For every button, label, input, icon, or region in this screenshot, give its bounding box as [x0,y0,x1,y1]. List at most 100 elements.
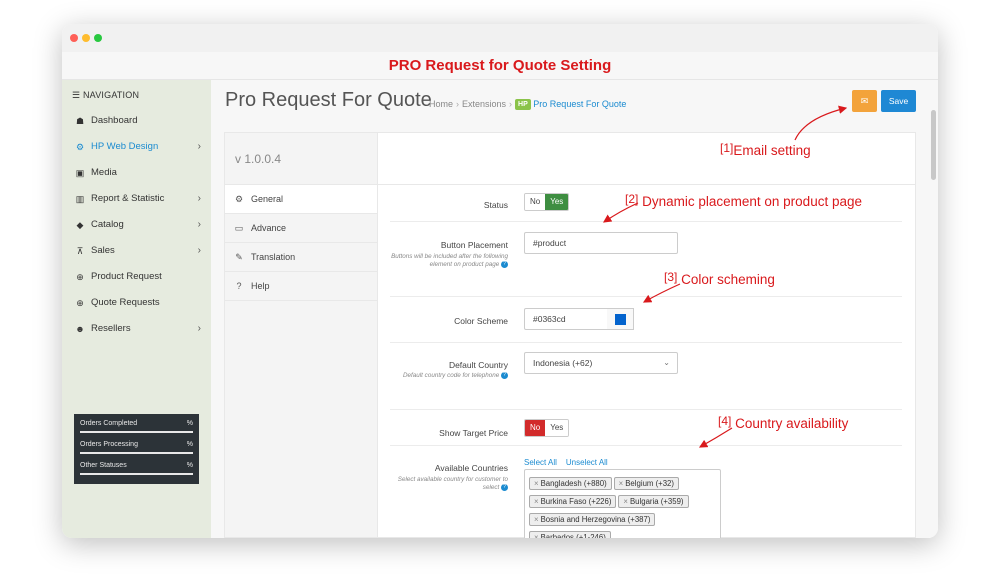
maximize-window-button[interactable] [94,34,102,42]
stat-row: Orders Completed% [80,420,193,441]
select-all-link[interactable]: Select All [524,458,557,467]
tab-label: Translation [251,252,296,262]
target-price-yes-option[interactable]: Yes [545,420,569,436]
annotation-2: [2] Dynamic placement on product page [625,192,862,209]
sidebar-item-hp-web-design[interactable]: ⚙ HP Web Design › [62,134,211,160]
annotation-3-text: Color scheming [681,272,775,287]
chevron-right-icon: › [197,245,201,256]
sidebar-item-dashboard[interactable]: ☗ Dashboard [62,108,211,134]
tab-label: Help [251,281,270,291]
default-country-select[interactable]: Indonesia (+62) ⌄ [524,352,678,374]
tab-label: Advance [251,223,287,233]
sidebar-item-resellers[interactable]: ☻ Resellers › [62,316,211,342]
remove-tag-icon[interactable]: × [534,497,539,506]
tab-general[interactable]: ⚙ General [225,185,377,214]
scrollbar[interactable] [931,110,936,180]
color-swatch [615,314,626,325]
default-country-value: Indonesia (+62) [533,358,593,368]
tab-advance[interactable]: ▭ Advance [225,214,377,243]
version-label: v 1.0.0.4 [225,133,377,185]
form-header [378,133,915,185]
button-placement-label: Button Placement [440,240,508,250]
info-icon: ? [501,261,508,268]
remove-tag-icon[interactable]: × [619,479,624,488]
country-tag[interactable]: × Bulgaria (+359) [618,495,689,508]
country-tag[interactable]: × Burkina Faso (+226) [529,495,617,508]
color-scheme-label: Color Scheme [454,316,508,326]
tab-help[interactable]: ? Help [225,272,377,301]
sidebar-item-catalog[interactable]: ◆ Catalog › [62,212,211,238]
chevron-right-icon: › [197,141,201,152]
show-target-price-label: Show Target Price [439,428,508,438]
country-tag[interactable]: × Bangladesh (+880) [529,477,612,490]
info-icon: ? [501,484,508,491]
nav-header-label: NAVIGATION [82,90,140,100]
annotation-4-num: [4] [718,414,732,428]
annotation-4: [4] Country availability [718,414,849,431]
target-price-no-option[interactable]: No [525,420,546,436]
country-tag-label: Barbados (+1-246) [540,533,606,538]
sidebar-item-label: Quote Requests [91,297,160,308]
translate-icon: ✎ [235,252,243,262]
nav-header: ☰ NAVIGATION [62,80,211,108]
annotation-2-num: [2] [625,192,639,206]
bar-chart-icon: ▥ [75,194,85,204]
status-yes-option[interactable]: Yes [545,194,569,210]
tab-translation[interactable]: ✎ Translation [225,243,377,272]
remove-tag-icon[interactable]: × [534,515,539,524]
breadcrumb-extensions[interactable]: Extensions [462,99,506,109]
country-tag[interactable]: × Barbados (+1-246) [529,531,611,538]
status-toggle[interactable]: No Yes [524,193,570,211]
stat-percent: % [186,462,193,469]
available-countries-help-text: Select available country for customer to… [397,476,508,492]
show-target-price-toggle[interactable]: No Yes [524,419,570,437]
sidebar-item-report-statistic[interactable]: ▥ Report & Statistic › [62,186,211,212]
close-window-button[interactable] [70,34,78,42]
annotation-3-num: [3] [664,270,678,284]
stat-label: Orders Processing [80,441,138,448]
stat-list: Orders Completed% Orders Processing% Other… [80,420,193,483]
nav-list: ☗ Dashboard ⚙ HP Web Design › ▣ Media ▥ Report &… [62,108,211,342]
envelope-icon: ✉ [860,96,869,106]
remove-tag-icon[interactable]: × [534,479,539,488]
sidebar-item-label: Media [91,167,117,178]
available-countries-help: Select available country for customer to… [390,476,508,492]
annotation-1-text: Email setting [733,143,811,158]
default-country-row: Default Country Default country code for… [390,343,902,410]
sidebar-item-media[interactable]: ▣ Media [62,160,211,186]
banner-title: PRO Request for Quote Setting [62,52,938,80]
country-tag[interactable]: × Belgium (+32) [613,477,679,490]
breadcrumb-current[interactable]: Pro Request For Quote [533,99,626,109]
default-country-label: Default Country [448,360,508,370]
sidebar-item-sales[interactable]: ⊼ Sales › [62,238,211,264]
status-no-option[interactable]: No [525,194,546,210]
country-tag-box[interactable]: × Bangladesh (+880) × Belgium (+32)× Burkina… [524,469,721,538]
default-country-help: Default country code for telephone ? [390,372,508,380]
country-tag[interactable]: × Bosnia and Herzegovina (+387) [529,513,656,526]
country-tag-label: Bangladesh (+880) [540,479,607,488]
tabs-column: v 1.0.0.4 ⚙ General ▭ Advance ✎ Translation ? H… [225,133,378,537]
sidebar-item-label: Product Request [91,271,162,282]
unselect-all-link[interactable]: Unselect All [566,458,608,467]
save-button[interactable]: Save [881,90,916,112]
button-placement-row: Button Placement Buttons will be include… [390,222,902,297]
remove-tag-icon[interactable]: × [623,497,628,506]
order-stats-widget: Orders Completed% Orders Processing% Other… [74,414,199,484]
chevron-right-icon: › [197,323,201,334]
tag-icon: ◆ [76,220,84,230]
button-placement-help-text: Buttons will be included after the follo… [391,253,508,269]
button-placement-input[interactable]: #product [524,232,678,254]
breadcrumb-home[interactable]: Home [429,99,453,109]
color-picker-button[interactable] [607,308,634,330]
sidebar-item-product-request[interactable]: ⊕ Product Request [62,264,211,290]
sidebar: ☰ NAVIGATION ☗ Dashboard ⚙ HP Web Design › ▣ M… [62,80,211,538]
annotation-1: [1]Email setting [720,141,811,158]
email-settings-button[interactable]: ✉ [852,90,877,112]
remove-tag-icon[interactable]: × [534,533,539,538]
sidebar-item-quote-requests[interactable]: ⊕ Quote Requests [62,290,211,316]
page-title: Pro Request For Quote [225,89,432,111]
color-scheme-input[interactable]: #0363cd [524,308,608,330]
stat-progress-bar [80,452,193,454]
annotation-4-text: Country availability [735,416,849,431]
minimize-window-button[interactable] [82,34,90,42]
